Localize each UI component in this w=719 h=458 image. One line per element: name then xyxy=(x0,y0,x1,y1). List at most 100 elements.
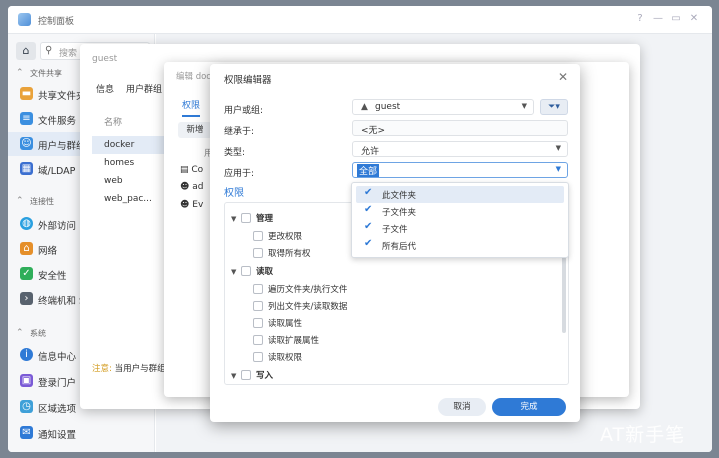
shield-icon: ✓ xyxy=(20,267,33,280)
folder-icon: ▬ xyxy=(20,87,33,100)
close-icon[interactable]: ✕ xyxy=(558,70,568,84)
option-label: 子文件夹 xyxy=(382,208,417,218)
perm-group-read[interactable]: ▼ 读取 xyxy=(231,265,273,277)
triangle-down-icon: ▼ xyxy=(231,268,237,276)
checkmark-icon: ✔ xyxy=(364,238,373,249)
row-label: Co xyxy=(191,165,204,175)
perm-item-label: 更改权限 xyxy=(268,232,303,242)
checkmark-icon: ✔ xyxy=(364,221,373,232)
dropdown-option-subfolders[interactable]: ✔ 子文件夹 xyxy=(356,203,564,220)
checkmark-icon: ✔ xyxy=(364,204,373,215)
funnel-icon: ⏷▾ xyxy=(548,102,560,112)
inherit-field: <无> xyxy=(352,120,568,136)
cancel-button[interactable]: 取消 xyxy=(438,398,486,416)
perm-item[interactable]: 取得所有权 xyxy=(253,247,311,259)
table-row[interactable]: ▤ Co xyxy=(180,165,203,175)
chevron-down-icon: ▼ xyxy=(555,144,561,152)
done-button[interactable]: 完成 xyxy=(492,398,566,416)
perm-item[interactable]: 读取属性 xyxy=(253,317,302,329)
ldap-icon: ▦ xyxy=(20,162,33,175)
minimize-button[interactable]: — xyxy=(652,13,664,25)
perm-item-label: 读取属性 xyxy=(268,319,303,329)
maximize-button[interactable]: ▭ xyxy=(670,13,682,25)
perm-item[interactable]: 更改权限 xyxy=(253,230,302,242)
checkbox[interactable] xyxy=(253,231,263,241)
option-label: 子文件 xyxy=(382,225,408,235)
chevron-up-icon: ⌃ xyxy=(16,68,24,78)
perm-group-label: 管理 xyxy=(256,214,274,224)
info-icon: i xyxy=(20,348,33,361)
checkbox[interactable] xyxy=(253,284,263,294)
home-icon[interactable]: ⌂ xyxy=(16,42,36,60)
control-panel-logo-icon xyxy=(18,13,31,26)
perm-item[interactable]: 读取扩展属性 xyxy=(253,334,319,346)
sidebar-item-label: 网络 xyxy=(38,246,58,257)
help-button[interactable]: ? xyxy=(634,13,646,25)
sidebar-item-label: 用户与群组 xyxy=(38,141,86,152)
section-label: 连接性 xyxy=(30,197,54,206)
dialog-title: 权限编辑器 xyxy=(224,75,272,86)
type-value: 允许 xyxy=(361,147,380,157)
sidebar-item-label: 安全性 xyxy=(38,271,67,282)
perm-item[interactable]: 遍历文件夹/执行文件 xyxy=(253,283,347,295)
dropdown-option-this-folder[interactable]: ✔ 此文件夹 xyxy=(356,186,564,203)
tab-info[interactable]: 信息 xyxy=(96,82,114,95)
checkbox[interactable] xyxy=(241,213,251,223)
close-button[interactable]: ✕ xyxy=(688,13,700,25)
tab-user-groups[interactable]: 用户群组 xyxy=(126,82,162,95)
watermark: AT新手笔 xyxy=(600,424,686,446)
type-label: 类型: xyxy=(224,148,246,158)
apply-to-select[interactable]: 全部 ▼ xyxy=(352,162,568,178)
section-label: 系统 xyxy=(30,329,46,338)
permissions-heading: 权限 xyxy=(224,188,244,199)
list-item[interactable]: web_pac... xyxy=(92,190,172,208)
perm-group-label: 读取 xyxy=(256,267,274,277)
dropdown-option-files[interactable]: ✔ 子文件 xyxy=(356,220,564,237)
tab-permissions[interactable]: 权限 xyxy=(182,98,201,117)
checkbox[interactable] xyxy=(253,352,263,362)
perm-group-admin[interactable]: ▼ 管理 xyxy=(231,212,273,224)
list-item[interactable]: homes xyxy=(92,154,172,172)
calendar-icon: ▤ xyxy=(180,165,189,175)
sidebar-item-label: 外部访问 xyxy=(38,221,77,232)
new-button[interactable]: 新增 xyxy=(178,122,212,138)
sidebar-item-label: 区域选项 xyxy=(38,404,77,415)
checkbox[interactable] xyxy=(253,301,263,311)
perm-item-label: 遍历文件夹/执行文件 xyxy=(268,285,348,295)
row-label: Ev xyxy=(192,200,204,210)
checkbox[interactable] xyxy=(253,248,263,258)
notification-icon: ✉ xyxy=(20,426,33,439)
sidebar-item-label: 域/LDAP xyxy=(38,166,76,177)
row-label: ad xyxy=(192,182,204,192)
user-select[interactable]: ▲ guest ▼ xyxy=(352,99,534,115)
table-row[interactable]: ☻ ad xyxy=(180,182,204,192)
portal-icon: ▣ xyxy=(20,374,33,387)
perm-group-label: 写入 xyxy=(256,371,274,381)
checkbox[interactable] xyxy=(253,335,263,345)
checkbox[interactable] xyxy=(241,266,251,276)
type-select[interactable]: 允许 ▼ xyxy=(352,141,568,157)
apply-to-value: 全部 xyxy=(357,164,380,177)
table-row[interactable]: ☻ Ev xyxy=(180,200,203,210)
perm-item-label: 列出文件夹/读取数据 xyxy=(268,302,348,312)
perm-group-write[interactable]: ▼ 写入 xyxy=(231,369,273,381)
note-text: 当用户与群组 xyxy=(114,364,166,374)
inherit-value: <无> xyxy=(361,126,386,136)
filter-button[interactable]: ⏷▾ xyxy=(540,99,568,115)
perm-item[interactable]: 列出文件夹/读取数据 xyxy=(253,300,347,312)
sidebar-item-notifications[interactable]: ✉ 通知设置 xyxy=(8,421,155,445)
section-label: 文件共享 xyxy=(30,69,62,78)
perm-item-label: 读取权限 xyxy=(268,353,303,363)
sidebar-item-label: 通知设置 xyxy=(38,430,77,441)
apply-to-label: 应用于: xyxy=(224,169,255,179)
checkbox[interactable] xyxy=(253,318,263,328)
file-service-icon: ≡ xyxy=(20,112,33,125)
search-placeholder: 搜索 xyxy=(59,49,78,59)
perm-item-label: 取得所有权 xyxy=(268,249,311,259)
list-item[interactable]: web xyxy=(92,172,172,190)
perm-item[interactable]: 读取权限 xyxy=(253,351,302,363)
checkbox[interactable] xyxy=(241,370,251,380)
list-item[interactable]: docker xyxy=(92,136,172,154)
dropdown-option-all-descendants[interactable]: ✔ 所有后代 xyxy=(356,237,564,254)
users-icon: ☻ xyxy=(180,200,190,210)
